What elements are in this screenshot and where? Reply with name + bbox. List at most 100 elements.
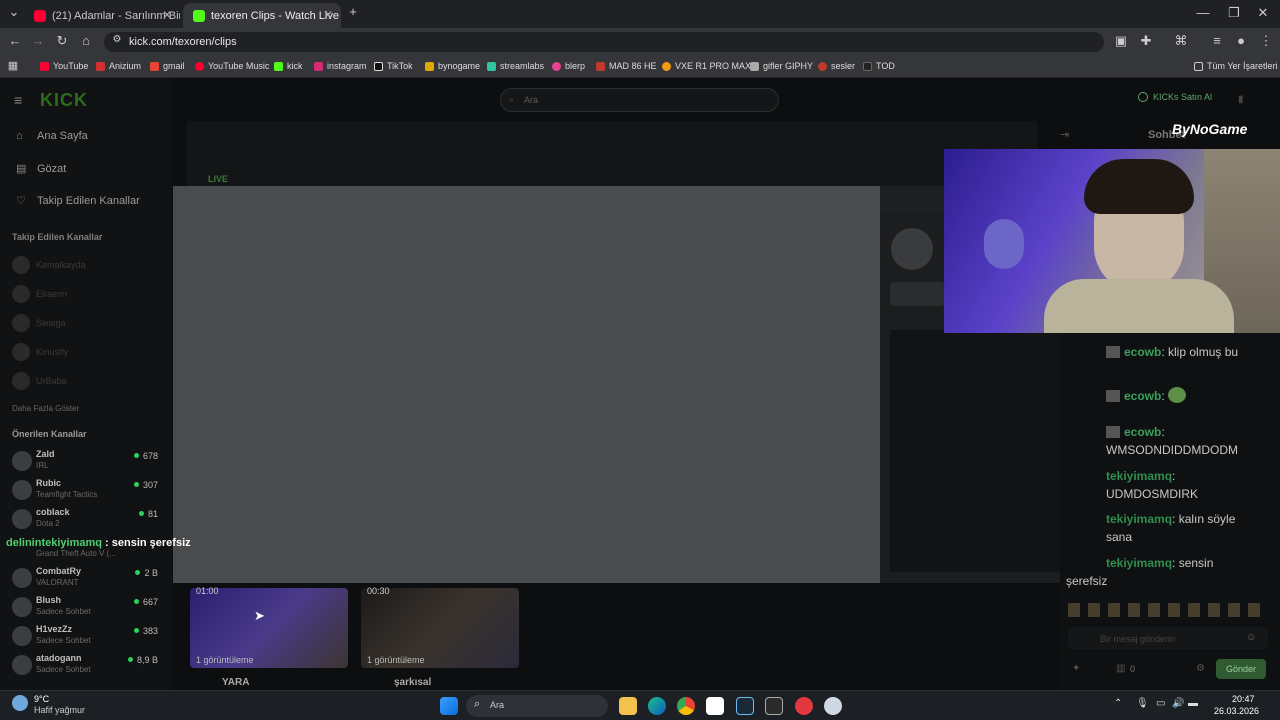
emote-bar[interactable] [1068, 603, 1268, 617]
nav-following[interactable]: ♡ Takip Edilen Kanallar [16, 194, 140, 208]
restore-icon[interactable]: ❐ [1225, 5, 1243, 21]
chat-collapse-icon[interactable]: ⇥ [1060, 128, 1069, 141]
minimize-icon[interactable]: — [1194, 5, 1212, 20]
menu-icon[interactable]: ⋮ [1257, 33, 1275, 49]
extension-icon[interactable]: ▣ [1112, 33, 1130, 49]
bookmark-anizium[interactable]: Anizium [96, 61, 141, 71]
chat-username[interactable]: tekiyimamq [1106, 469, 1172, 483]
reload-icon[interactable]: ↻ [53, 33, 71, 49]
tab-kick-clips[interactable]: texoren Clips - Watch Live on K ✕ [183, 3, 341, 28]
profile-avatar-icon[interactable]: ● [1232, 33, 1250, 48]
nav-home[interactable]: ⌂ Ana Sayfa [16, 130, 88, 142]
close-tab-icon[interactable]: ✕ [162, 8, 172, 22]
tab-youtube[interactable]: (21) Adamlar - Sarılınm Birine ( ✕ [24, 3, 180, 28]
clip-modal-player[interactable] [173, 186, 880, 583]
media-icon[interactable]: ≡ [1208, 33, 1226, 48]
points-value: 0 [1130, 664, 1136, 674]
bookmark-blerp[interactable]: blerp [552, 61, 585, 71]
followed-channel[interactable]: Kmusify [12, 343, 68, 361]
battery-icon[interactable]: ▬ [1188, 698, 1198, 709]
new-tab-icon[interactable]: + [344, 4, 362, 19]
emoji-picker-icon[interactable]: ☺ [1246, 632, 1256, 643]
bookmark-streamlabs[interactable]: streamlabs [487, 61, 544, 71]
bookmark-all[interactable]: Tüm Yer İşaretleri [1194, 61, 1278, 71]
search-input[interactable] [500, 88, 779, 112]
notification-icon[interactable]: ▮ [1238, 94, 1244, 105]
followed-channel[interactable]: UrBaba [12, 372, 67, 390]
store-icon[interactable] [706, 697, 724, 715]
clip-action-button[interactable] [890, 282, 944, 306]
clock-date[interactable]: 26.03.2026 [1214, 706, 1259, 716]
bookmark-vxe[interactable]: VXE R1 PRO MAX [662, 61, 751, 71]
weather-temp[interactable]: 9°C [34, 694, 49, 704]
bookmark-sesler[interactable]: sesler [818, 61, 855, 71]
bookmark-kick[interactable]: kick [274, 61, 303, 71]
streamer-avatar[interactable] [891, 228, 933, 270]
bookmark-giphy[interactable]: gifler GIPHY [750, 61, 813, 71]
show-more-link[interactable]: Daha Fazla Göster [12, 404, 79, 413]
kick-logo[interactable]: KICK [40, 90, 88, 111]
site-info-icon[interactable]: ⚙ [108, 34, 126, 45]
buy-kicks-button[interactable]: KICKs Satın Al [1138, 92, 1212, 102]
chrome-icon[interactable] [677, 697, 695, 715]
recommended-channel[interactable]: H1vezZz Sadece Sohbet 383 [10, 624, 162, 650]
address-bar[interactable] [104, 32, 1104, 52]
bookmark-instagram[interactable]: instagram [314, 61, 367, 71]
recommended-channel[interactable]: Blush Sadece Sohbet 667 [10, 595, 162, 621]
network-icon[interactable]: ▭ [1156, 698, 1165, 709]
home-icon[interactable]: ⌂ [77, 33, 95, 48]
clock-time[interactable]: 20:47 [1232, 694, 1255, 704]
followed-channel[interactable]: Elraenn [12, 285, 67, 303]
bookmark-tod[interactable]: TOD [863, 61, 895, 71]
close-window-icon[interactable]: ✕ [1254, 5, 1272, 21]
chat-username[interactable]: tekiyimamq [1106, 512, 1172, 526]
tray-chevron-icon[interactable]: ⌃ [1114, 698, 1122, 709]
volume-icon[interactable]: 🔊 [1172, 698, 1184, 709]
bookmark-tiktok[interactable]: TikTok [374, 61, 413, 71]
url-text[interactable]: kick.com/texoren/clips [129, 36, 237, 48]
forward-icon[interactable]: → [29, 33, 47, 48]
settings-app-icon[interactable] [824, 697, 842, 715]
chat-username[interactable]: ecowb [1124, 345, 1161, 359]
recommended-channel[interactable]: Zald IRL 678 [10, 449, 162, 475]
weather-icon[interactable] [12, 695, 28, 711]
puzzle-icon[interactable]: ✚ [1137, 33, 1155, 49]
bookmark-bynogame[interactable]: bynogame [425, 61, 480, 71]
send-button[interactable]: Gönder [1216, 659, 1266, 679]
bookmark-count-icon[interactable]: ▥ [1116, 663, 1125, 674]
recommended-channel[interactable]: CombatRy VALORANT 2 B [10, 566, 162, 592]
recommended-channel[interactable]: coblack Dota 2 81 [10, 507, 162, 533]
steam-icon[interactable] [736, 697, 754, 715]
recommended-channel[interactable]: atadogann Sadece Sohbet 8,9 B [10, 653, 162, 679]
edge-icon[interactable] [648, 697, 666, 715]
clip-title[interactable]: şarkısal [394, 677, 431, 688]
recording-app-icon[interactable] [795, 697, 813, 715]
start-menu-icon[interactable] [440, 697, 458, 715]
file-explorer-icon[interactable] [619, 697, 637, 715]
back-icon[interactable]: ← [6, 33, 24, 48]
nav-browse[interactable]: ▤ Gözat [16, 162, 66, 176]
bookmark-gmail[interactable]: gmail [150, 61, 185, 71]
clip-title[interactable]: YARA [222, 677, 249, 688]
apps-grid-icon[interactable]: ▦ [4, 59, 22, 72]
chat-username[interactable]: tekiyimamq [1106, 556, 1172, 570]
epic-games-icon[interactable] [765, 697, 783, 715]
microphone-icon[interactable]: 🎙 [1136, 698, 1149, 709]
channel-name: Blush [36, 595, 62, 605]
weather-description[interactable]: Hafif yağmur [34, 705, 85, 715]
taskbar-search[interactable] [466, 695, 608, 717]
bookmark-mad86he[interactable]: MAD 86 HE [596, 61, 657, 71]
hamburger-menu-icon[interactable]: ≡ [14, 92, 22, 108]
chat-username[interactable]: ecowb [1124, 425, 1161, 439]
recommended-channel[interactable]: Rubic Teamfight Tactics 307 [10, 478, 162, 504]
tab-search-icon[interactable]: ⌄ [5, 4, 23, 20]
points-icon[interactable]: ✦ [1072, 663, 1080, 674]
close-tab-icon[interactable]: ✕ [323, 8, 333, 22]
chat-username[interactable]: ecowb [1124, 389, 1161, 403]
followed-channel[interactable]: Kemalkayda [12, 256, 86, 274]
bag-icon[interactable]: ⌘ [1172, 33, 1190, 49]
chat-settings-icon[interactable]: ⚙ [1196, 663, 1205, 674]
followed-channel[interactable]: Swaiga [12, 314, 66, 332]
bookmark-youtube[interactable]: YouTube [40, 61, 88, 71]
bookmark-youtube-music[interactable]: YouTube Music [195, 61, 269, 71]
